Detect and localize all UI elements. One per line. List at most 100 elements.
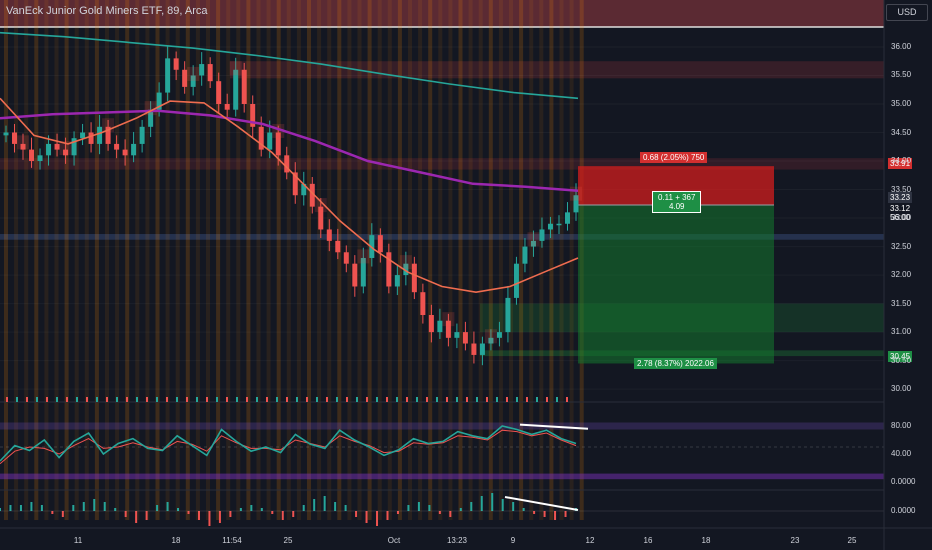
volume-bar: [116, 397, 118, 402]
macd-bar: [103, 502, 106, 511]
time-highlight: [337, 0, 342, 520]
volume-bar: [366, 397, 368, 402]
volume-bar: [246, 397, 248, 402]
time-highlight: [74, 0, 79, 520]
volume-bar: [426, 397, 428, 402]
candle-body: [165, 58, 171, 93]
y-tick-label: 35.50: [891, 70, 912, 80]
time-highlight: [377, 0, 382, 520]
price-chart[interactable]: [0, 0, 932, 550]
time-highlight: [428, 0, 433, 520]
time-highlight: [559, 0, 564, 520]
candle-body: [97, 126, 103, 144]
volume-bar: [516, 397, 518, 402]
macd-bar: [355, 511, 358, 517]
macd-bar: [564, 511, 567, 517]
macd-bar: [554, 511, 557, 520]
candle-body: [564, 212, 570, 224]
x-tick-label: 25: [847, 536, 857, 545]
time-highlight: [125, 0, 130, 520]
current-pl-label: 0.11 + 367 4.09: [652, 191, 702, 213]
time-highlight: [105, 0, 109, 520]
macd-bar: [9, 505, 12, 511]
time-highlight: [14, 0, 19, 520]
volume-bar: [406, 397, 408, 402]
candle-body: [46, 143, 52, 156]
macd-bar: [72, 505, 75, 511]
macd-bar: [218, 511, 221, 523]
candle-body: [233, 69, 239, 110]
volume-profile-box: [484, 329, 497, 344]
time-highlight: [246, 0, 251, 520]
candle-body: [267, 132, 273, 150]
volume-bar: [496, 397, 498, 402]
time-highlight: [64, 0, 69, 520]
chart-title: VanEck Junior Gold Miners ETF, 89, Arca: [6, 5, 208, 17]
macd-bar: [480, 496, 483, 511]
candle-body: [479, 343, 485, 355]
reward-zone: [578, 204, 774, 364]
time-highlight: [509, 0, 513, 520]
volume-bar: [566, 397, 568, 402]
y-tick-label: 32.00: [891, 270, 912, 280]
x-tick-label: 9: [510, 536, 516, 545]
volume-bar: [196, 397, 198, 402]
time-highlight: [34, 0, 39, 520]
volume-profile-box: [357, 249, 370, 264]
candle-body: [539, 229, 545, 241]
volume-bar: [436, 397, 438, 402]
x-tick-label: Oct: [387, 536, 401, 545]
volume-profile-box: [17, 135, 30, 150]
macd-bar: [229, 511, 232, 517]
macd-bar: [156, 505, 159, 511]
volume-bar: [226, 397, 228, 402]
candle-body: [437, 320, 443, 333]
volume-bar: [546, 397, 548, 402]
time-highlight: [488, 0, 493, 520]
candle-body: [326, 229, 332, 241]
volume-bar: [56, 397, 58, 402]
volume-bar: [336, 397, 338, 402]
volume-bar: [526, 397, 528, 402]
candle-body: [454, 332, 460, 338]
macd-bar: [334, 502, 337, 511]
time-highlight: [478, 0, 483, 520]
volume-bar: [476, 397, 478, 402]
candle-body: [114, 143, 120, 150]
time-highlight: [256, 0, 261, 520]
volume-bar: [256, 397, 258, 402]
macd-bar: [491, 493, 494, 511]
candle-body: [122, 149, 128, 156]
time-highlight: [54, 0, 59, 520]
time-highlight: [296, 0, 301, 520]
candle-body: [224, 103, 230, 110]
time-highlight: [4, 0, 8, 520]
currency-selector[interactable]: USD: [886, 4, 928, 21]
y-tick-label: 34.50: [891, 127, 912, 137]
macd-bar: [166, 502, 169, 511]
volume-bar: [456, 397, 458, 402]
candle-body: [411, 263, 417, 293]
volume-bar: [266, 397, 268, 402]
candle-body: [12, 132, 18, 144]
macd-bar: [208, 511, 211, 526]
macd-bar: [135, 511, 138, 523]
time-highlight: [226, 0, 231, 520]
volume-bar: [36, 397, 38, 402]
macd-bar: [428, 505, 431, 511]
volume-bar: [276, 397, 278, 402]
macd-bar: [124, 511, 127, 517]
rsi-tick-label: 80.00: [891, 421, 912, 430]
y-tick-label: 33.00: [891, 213, 912, 223]
time-highlight: [84, 0, 89, 520]
candle-body: [131, 143, 137, 156]
time-highlight: [155, 0, 160, 520]
risk-reward-ratio: 4.09: [668, 202, 685, 211]
time-highlight: [529, 0, 534, 520]
candle-body: [547, 223, 553, 230]
y-tick-label: 33.50: [891, 184, 912, 194]
macd-bar: [543, 511, 546, 517]
macd-bar: [323, 496, 326, 511]
candle-body: [199, 64, 205, 76]
volume-bar: [86, 397, 88, 402]
